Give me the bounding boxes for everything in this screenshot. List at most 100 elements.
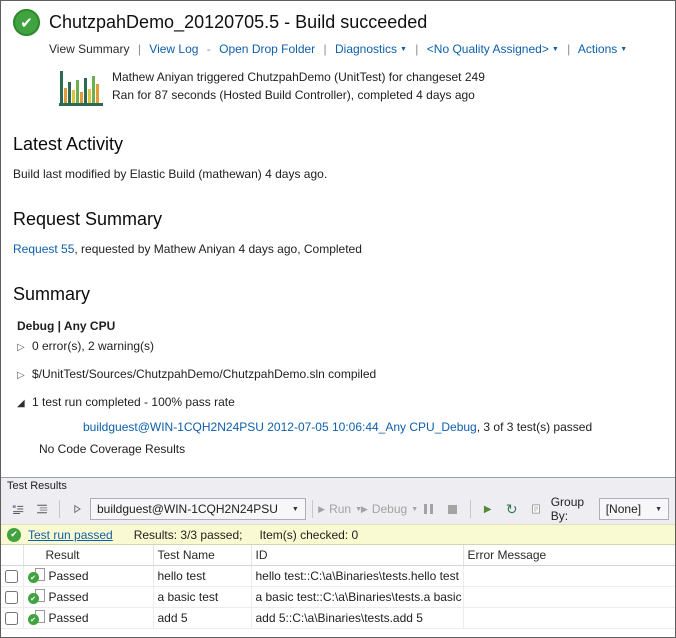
- play-icon: ▶: [318, 504, 325, 515]
- toolbar-separator: [312, 500, 313, 518]
- rerun-button[interactable]: ▶: [477, 497, 499, 521]
- test-run-rest: , 3 of 3 test(s) passed: [477, 420, 592, 434]
- nav-separator: |: [567, 42, 570, 56]
- request-summary-text: Request 55, requested by Mathew Aniyan 4…: [13, 242, 665, 256]
- nav-actions[interactable]: Actions▼: [578, 42, 627, 56]
- result-value: Passed: [49, 611, 89, 625]
- group-by-dropdown[interactable]: [None] ▼: [599, 498, 669, 520]
- test-run-link[interactable]: buildguest@WIN-1CQH2N24PSU 2012-07-05 10…: [83, 420, 477, 434]
- toolbar-separator: [470, 500, 471, 518]
- group-by-value: [None]: [606, 502, 641, 516]
- test-passed-icon: ✔: [28, 568, 45, 583]
- test-passed-icon: ✔: [28, 589, 45, 604]
- group-by-label: Group By:: [551, 495, 591, 523]
- runner-dropdown[interactable]: buildguest@WIN-1CQH2N24PSU ▼: [90, 498, 306, 520]
- refresh-button[interactable]: ↻: [501, 497, 523, 521]
- col-checkbox: [1, 545, 23, 565]
- row-checkbox[interactable]: [5, 612, 18, 625]
- table-row[interactable]: ✔Passed hello test hello test::C:\a\Bina…: [1, 565, 675, 586]
- test-id-value: a basic test::C:\a\Binaries\tests.a basi…: [251, 586, 463, 607]
- table-row[interactable]: ✔Passed a basic test a basic test::C:\a\…: [1, 586, 675, 607]
- no-code-coverage-text: No Code Coverage Results: [39, 437, 665, 462]
- summary-item-compiled-text: $/UnitTest/Sources/ChutzpahDemo/Chutzpah…: [32, 367, 376, 381]
- test-run-passed-icon: ✔: [7, 528, 21, 542]
- export-results-icon: [530, 501, 542, 517]
- nav-view-summary[interactable]: View Summary: [49, 42, 129, 56]
- stop-icon: [448, 505, 457, 514]
- stop-button[interactable]: [442, 497, 464, 521]
- summary-item-errors: ▷0 error(s), 2 warning(s): [17, 333, 665, 361]
- list-view-button[interactable]: [7, 497, 29, 521]
- test-run-passed-link[interactable]: Test run passed: [28, 528, 113, 542]
- table-row[interactable]: ✔ Passed add 5 add 5::C:\a\Binaries\tests…: [1, 607, 675, 628]
- pause-button[interactable]: [418, 497, 440, 521]
- test-run-statusbar: ✔ Test run passed Results: 3/3 passed; I…: [1, 524, 675, 545]
- test-id-value: add 5::C:\a\Binaries\tests.add 5: [251, 607, 463, 628]
- nav-separator: |: [324, 42, 327, 56]
- test-results-panel: Test Results buildguest@WIN-1CQH2N24PSU …: [1, 477, 675, 637]
- status-checked-text: Item(s) checked: 0: [259, 528, 358, 542]
- build-configuration: Debug | Any CPU: [17, 319, 665, 333]
- error-message-value: [463, 586, 675, 607]
- page-title: ChutzpahDemo_20120705.5 - Build succeede…: [49, 12, 427, 33]
- table-header-row: Result Test Name ID Error Message: [1, 545, 675, 565]
- result-value: Passed: [49, 590, 89, 604]
- row-checkbox[interactable]: [5, 570, 18, 583]
- refresh-icon: ↻: [506, 502, 518, 516]
- request-rest: , requested by Mathew Aniyan 4 days ago,…: [74, 242, 362, 256]
- run-button[interactable]: ▶ Run ▼: [319, 497, 361, 521]
- title-row: ✔ ChutzpahDemo_20120705.5 - Build succee…: [13, 9, 665, 36]
- expander-collapsed-icon[interactable]: ▷: [17, 363, 32, 389]
- nav-view-log[interactable]: View Log: [149, 42, 198, 56]
- run-view-button[interactable]: [66, 497, 88, 521]
- export-results-button[interactable]: [525, 497, 547, 521]
- build-succeeded-icon: ✔: [13, 9, 40, 36]
- run-button-label: Run: [329, 502, 351, 516]
- col-result[interactable]: Result: [23, 545, 153, 565]
- group-view-icon: [36, 501, 48, 517]
- pause-icon: [424, 504, 433, 514]
- col-test-name[interactable]: Test Name: [153, 545, 251, 565]
- nav-diagnostics[interactable]: Diagnostics▼: [335, 42, 407, 56]
- test-name-value: hello test: [153, 565, 251, 586]
- nav-open-drop-folder[interactable]: Open Drop Folder: [219, 42, 315, 56]
- summary-item-errors-text: 0 error(s), 2 warning(s): [32, 339, 154, 353]
- request-link[interactable]: Request 55: [13, 242, 74, 256]
- list-view-icon: [12, 501, 24, 517]
- col-error-message[interactable]: Error Message: [463, 545, 675, 565]
- debug-button[interactable]: ▶ Debug ▼: [363, 497, 415, 521]
- nav-actions-label: Actions: [578, 42, 617, 56]
- nav-separator: -: [207, 42, 211, 56]
- request-summary-heading: Request Summary: [13, 209, 665, 230]
- group-view-button[interactable]: [31, 497, 53, 521]
- summary-item-test-run: ◢1 test run completed - 100% pass rate: [17, 389, 665, 417]
- trigger-summary: Mathew Aniyan triggered ChutzpahDemo (Un…: [59, 66, 665, 106]
- expander-collapsed-icon[interactable]: ▷: [17, 335, 32, 361]
- dropdown-caret-icon: ▼: [655, 506, 662, 513]
- test-name-value: add 5: [153, 607, 251, 628]
- expander-expanded-icon[interactable]: ◢: [17, 391, 32, 417]
- error-message-value: [463, 565, 675, 586]
- nav-separator: |: [138, 42, 141, 56]
- result-value: Passed: [49, 569, 89, 583]
- toolbar-separator: [59, 500, 60, 518]
- nav-quality-label: <No Quality Assigned>: [427, 42, 549, 56]
- dropdown-caret-icon: ▼: [620, 46, 627, 53]
- runner-dropdown-value: buildguest@WIN-1CQH2N24PSU: [97, 502, 278, 516]
- nav-diagnostics-label: Diagnostics: [335, 42, 397, 56]
- status-results-text: Results: 3/3 passed;: [134, 528, 243, 542]
- summary-item-test-run-text: 1 test run completed - 100% pass rate: [32, 395, 235, 409]
- build-nav: View Summary | View Log - Open Drop Fold…: [49, 42, 665, 56]
- col-id[interactable]: ID: [251, 545, 463, 565]
- debug-button-label: Debug: [372, 502, 407, 516]
- row-checkbox[interactable]: [5, 591, 18, 604]
- nav-separator: |: [415, 42, 418, 56]
- test-passed-icon: ✔: [28, 610, 45, 625]
- results-table-wrap: Result Test Name ID Error Message ✔ Passe…: [1, 545, 675, 637]
- nav-quality[interactable]: <No Quality Assigned>▼: [427, 42, 559, 56]
- rerun-icon: ▶: [484, 504, 492, 515]
- test-run-detail: buildguest@WIN-1CQH2N24PSU 2012-07-05 10…: [83, 417, 665, 437]
- trigger-line-1: Mathew Aniyan triggered ChutzpahDemo (Un…: [112, 68, 485, 86]
- latest-activity-text: Build last modified by Elastic Build (ma…: [13, 167, 665, 181]
- summary-item-compiled: ▷$/UnitTest/Sources/ChutzpahDemo/Chutzpa…: [17, 361, 665, 389]
